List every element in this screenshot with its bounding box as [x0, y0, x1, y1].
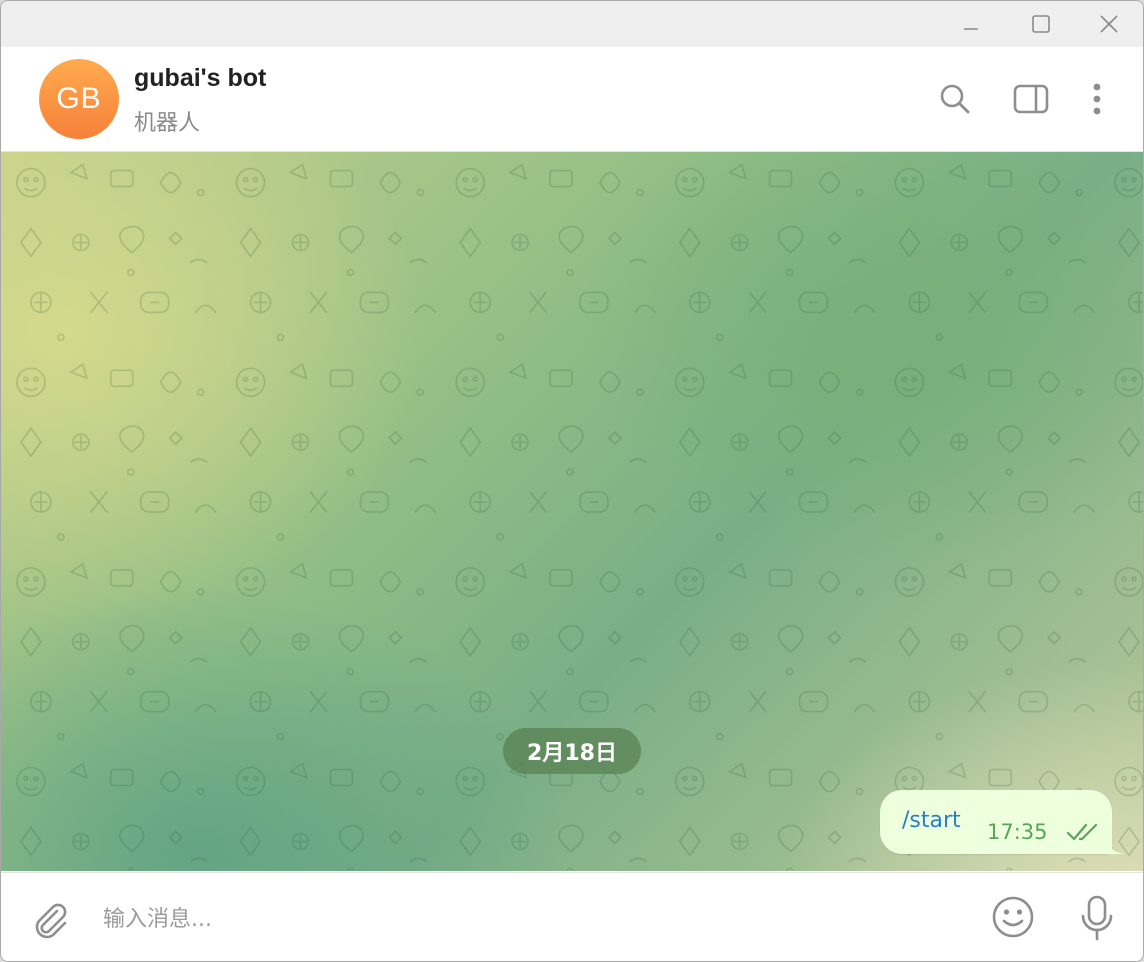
- message-text[interactable]: /start: [902, 808, 961, 833]
- bubble-tail: [1107, 840, 1125, 854]
- message-time: 17:35: [987, 820, 1048, 844]
- maximize-button[interactable]: [1007, 1, 1075, 47]
- chat-title[interactable]: gubai's bot: [134, 64, 266, 93]
- smile-icon: [992, 896, 1034, 938]
- sidebar-toggle-icon: [1013, 84, 1049, 114]
- double-check-icon: [1066, 823, 1098, 841]
- more-options-button[interactable]: [1075, 77, 1119, 121]
- outgoing-message[interactable]: /start 17:35: [880, 790, 1112, 854]
- message-input[interactable]: [101, 895, 965, 943]
- attach-button[interactable]: [25, 895, 73, 943]
- maximize-icon: [1032, 15, 1050, 33]
- emoji-button[interactable]: [989, 893, 1037, 941]
- paperclip-icon: [35, 903, 67, 939]
- chat-area[interactable]: 2月18日 /start 17:35: [1, 152, 1143, 871]
- app-window: GB gubai's bot 机器人 2月18日 /start 17:35 输入…: [0, 0, 1144, 962]
- sidebar-toggle-button[interactable]: [1009, 77, 1053, 121]
- avatar-initials: GB: [56, 82, 102, 115]
- message-composer: [1, 872, 1143, 961]
- more-vertical-icon: [1093, 83, 1101, 115]
- close-icon: [1100, 15, 1118, 33]
- microphone-icon: [1081, 895, 1113, 941]
- title-bar: [1, 1, 1143, 47]
- minimize-icon: [964, 28, 978, 30]
- search-button[interactable]: [933, 77, 977, 121]
- minimize-button[interactable]: [937, 1, 1005, 47]
- chat-subtitle: 机器人: [134, 111, 201, 136]
- chat-header: GB gubai's bot 机器人: [1, 47, 1143, 152]
- search-icon: [940, 84, 970, 114]
- voice-message-button[interactable]: [1073, 893, 1121, 943]
- date-separator: 2月18日: [503, 728, 641, 774]
- avatar[interactable]: GB: [39, 59, 119, 139]
- close-button[interactable]: [1075, 1, 1143, 47]
